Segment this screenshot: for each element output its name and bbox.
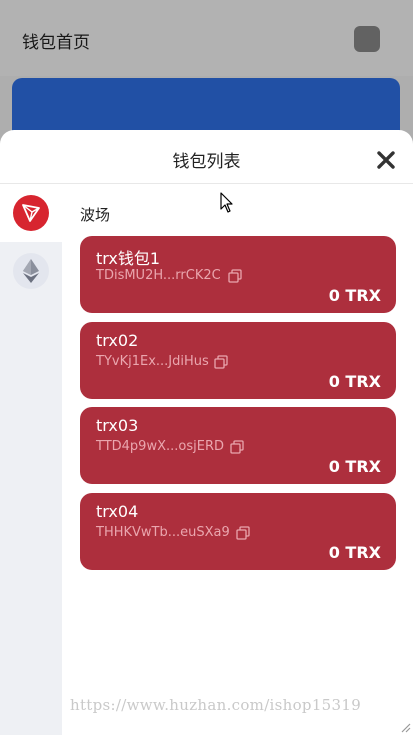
wallet-name: trx02 [96,331,139,350]
wallet-card[interactable]: trx钱包1 TDisMU2H...rrCK2C 0 TRX [80,236,396,313]
copy-icon[interactable] [236,526,250,540]
wallet-name: trx04 [96,502,139,521]
wallet-card[interactable]: trx03 TTD4p9wX...osjERD 0 TRX [80,407,396,484]
copy-icon[interactable] [214,355,228,369]
wallet-balance: 0 TRX [328,457,381,476]
watermark-text: https://www.huzhan.com/ishop15319 [70,696,362,714]
wallet-balance: 0 TRX [328,543,381,562]
close-button[interactable] [374,148,398,172]
wallet-card[interactable]: trx02 TYvKj1Ex...JdiHus 0 TRX [80,322,396,399]
wallet-name: trx钱包1 [96,249,161,268]
chain-tab-tron[interactable] [0,184,62,242]
wallet-balance: 0 TRX [328,286,381,305]
wallet-list-sheet: 钱包列表 波场 trx钱包1 TDisMU2H...rrCK2C 0 TRX t… [0,130,413,735]
sheet-header: 钱包列表 [0,130,413,184]
chain-rail [0,184,62,735]
chain-tab-ethereum[interactable] [0,242,62,300]
sheet-title: 钱包列表 [172,152,241,172]
resize-grip-icon[interactable] [399,721,411,733]
copy-icon[interactable] [228,269,242,283]
copy-icon[interactable] [230,440,244,454]
wallet-address: THHKVwTb...euSXa9 [96,525,230,540]
wallet-address: TDisMU2H...rrCK2C [96,268,221,283]
section-label: 波场 [80,206,111,224]
wallet-address: TYvKj1Ex...JdiHus [96,354,209,369]
ethereum-icon [13,253,49,289]
wallet-card[interactable]: trx04 THHKVwTb...euSXa9 0 TRX [80,493,396,570]
wallet-address: TTD4p9wX...osjERD [96,439,224,454]
mouse-pointer-icon [220,192,233,213]
close-icon [377,151,395,169]
wallet-balance: 0 TRX [328,372,381,391]
tron-icon [13,195,49,231]
wallet-content: 波场 trx钱包1 TDisMU2H...rrCK2C 0 TRX trx02 … [62,184,413,735]
wallet-name: trx03 [96,416,139,435]
